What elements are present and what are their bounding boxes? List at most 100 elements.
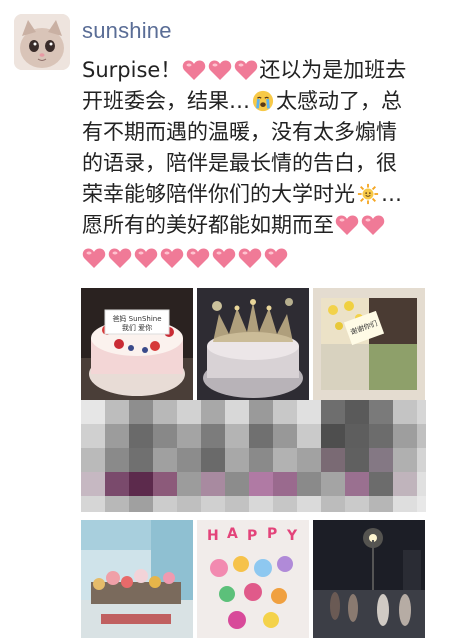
- heart-icon: [82, 248, 106, 268]
- mosaic-cell: [177, 496, 201, 512]
- heart-icon: [209, 60, 232, 80]
- avatar[interactable]: [14, 14, 70, 70]
- mosaic-cell: [369, 496, 393, 512]
- mosaic-cell: [369, 400, 393, 424]
- mosaic-cell: [297, 448, 321, 472]
- photo-flowers-room[interactable]: [81, 520, 193, 638]
- mosaic-cell: [153, 496, 177, 512]
- mosaic-cell: [81, 424, 105, 448]
- matcha-cake-image: 谢谢你们: [313, 288, 425, 400]
- mosaic-cell: [81, 400, 105, 424]
- mosaic-cell: [249, 472, 273, 496]
- mosaic-cell: [249, 496, 273, 512]
- mosaic-cell: [369, 424, 393, 448]
- mosaic-cell: [393, 448, 417, 472]
- photo-cake-strawberry[interactable]: 爸妈 SunShine 我们 爱你: [81, 288, 193, 400]
- photo-happy-balloons[interactable]: H A P P Y: [197, 520, 309, 638]
- mosaic-cell: [273, 496, 297, 512]
- mosaic-cell: [201, 472, 225, 496]
- mosaic-cell: [369, 472, 393, 496]
- mosaic-cell: [105, 496, 129, 512]
- mosaic-cell: [273, 448, 297, 472]
- post-text: Surpise！ 还以为是加班去 开班委会，结果… 太感动了，总 有不期而遇的温暖，…: [82, 55, 460, 241]
- mosaic-cell: [225, 496, 249, 512]
- mosaic-cell: [393, 424, 417, 448]
- heart-icon: [335, 215, 359, 235]
- mosaic-cell: [417, 424, 426, 448]
- mosaic-cell: [105, 400, 129, 424]
- balloon-letter: P: [267, 526, 277, 542]
- mosaic-cell: [321, 496, 345, 512]
- post-text-line6: 愿所有的美好都能如期而至: [82, 213, 334, 237]
- mosaic-cell: [129, 448, 153, 472]
- mosaic-cell: [321, 400, 345, 424]
- mosaic-cell: [129, 424, 153, 448]
- mosaic-cell: [369, 448, 393, 472]
- mosaic-cell: [177, 448, 201, 472]
- mosaic-cell: [81, 448, 105, 472]
- mosaic-cell: [225, 448, 249, 472]
- mosaic-cell: [153, 424, 177, 448]
- mosaic-cell: [393, 400, 417, 424]
- post-text-line5-a: 荣幸能够陪伴你们的大学时光: [82, 182, 355, 206]
- balloon-letter: Y: [286, 528, 298, 544]
- cake-plaque-text-a: 爸妈 SunShine: [112, 314, 161, 323]
- balloon-letter: H: [207, 528, 219, 544]
- mosaic-cell: [105, 472, 129, 496]
- post-line-3: 有不期而遇的温暖，没有太多煽情: [82, 120, 397, 144]
- photo-cake-matcha[interactable]: 谢谢你们: [313, 288, 425, 400]
- mosaic-cell: [105, 424, 129, 448]
- post-text-surprise: Surpise！: [82, 58, 182, 82]
- mosaic-cell: [201, 400, 225, 424]
- mosaic-cell: [225, 400, 249, 424]
- mosaic-cell: [345, 400, 369, 424]
- post-text-line2-a: 开班委会，结果…: [82, 89, 250, 113]
- post-text-ellipsis: …: [381, 182, 402, 206]
- mosaic-cell: [345, 496, 369, 512]
- mosaic-cell: [105, 448, 129, 472]
- heart-icon: [361, 215, 385, 235]
- kitten-avatar-icon: [14, 14, 70, 70]
- mosaic-cell: [273, 400, 297, 424]
- heart-icon: [212, 248, 236, 268]
- mosaic-cell: [345, 448, 369, 472]
- mosaic-cell: [417, 448, 426, 472]
- mosaic-cell: [297, 424, 321, 448]
- mosaic-cell: [201, 496, 225, 512]
- mosaic-cell: [393, 472, 417, 496]
- mosaic-cell: [273, 472, 297, 496]
- mosaic-cell: [201, 448, 225, 472]
- happy-balloons-image: H A P P Y: [197, 520, 309, 638]
- mosaic-cell: [417, 472, 426, 496]
- mosaic-cell: [321, 448, 345, 472]
- heart-icon: [183, 60, 206, 80]
- mosaic-cell: [417, 496, 426, 512]
- post-text-line1-rest: 还以为是加班去: [259, 58, 407, 82]
- post-text-line2-b: 太感动了，总: [276, 89, 402, 113]
- mosaic-cell: [321, 424, 345, 448]
- flowers-room-image: [81, 520, 193, 638]
- cake-photo-image: 爸妈 SunShine 我们 爱你: [81, 288, 193, 400]
- heart-icon: [134, 248, 158, 268]
- balloon-letter: P: [247, 528, 257, 544]
- photo-cake-crown[interactable]: [197, 288, 309, 400]
- heart-icon: [235, 60, 258, 80]
- mosaic-cell: [225, 472, 249, 496]
- heart-icon: [186, 248, 210, 268]
- balloon-letter: A: [227, 526, 238, 542]
- photo-mosaic-blurred[interactable]: [81, 400, 426, 512]
- mosaic-cell: [177, 424, 201, 448]
- post-line-5: 荣幸能够陪伴你们的大学时光 …: [82, 179, 460, 210]
- post-line-2: 开班委会，结果… 太感动了，总: [82, 86, 460, 117]
- heart-icon: [264, 248, 288, 268]
- photo-night-street[interactable]: [313, 520, 425, 638]
- username[interactable]: sunshine: [82, 18, 172, 44]
- heart-icon: [108, 248, 132, 268]
- mosaic-cell: [153, 400, 177, 424]
- mosaic-cell: [321, 472, 345, 496]
- mosaic-cell: [417, 400, 426, 424]
- mosaic-cell: [345, 472, 369, 496]
- post-line-1: Surpise！ 还以为是加班去: [82, 55, 460, 86]
- post-line-6: 愿所有的美好都能如期而至: [82, 210, 460, 241]
- heart-icon: [238, 248, 262, 268]
